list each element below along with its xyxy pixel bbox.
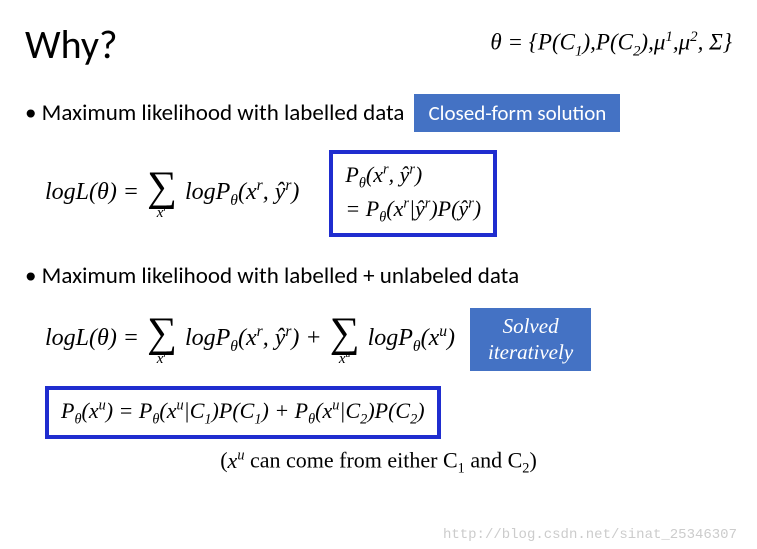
section2-loglikelihood: logL(θ) = ∑ xr logPθ(xr, ŷr) + ∑ xu logP… [45, 312, 455, 367]
section1-expansion-box: Pθ(xr, ŷr) = Pθ(xr|ŷr)P(ŷr) [329, 150, 497, 237]
footnote: (xu can come from either C1 and C2) [25, 447, 732, 478]
watermark: http://blog.csdn.net/sinat_25346307 [443, 527, 737, 543]
closed-form-badge: Closed-form solution [414, 94, 620, 132]
section1-heading-row: Maximum likelihood with labelled data Cl… [25, 94, 732, 132]
section1-bullet: Maximum likelihood with labelled data [25, 99, 404, 127]
header-row: Why? θ = {P(C1),P(C2),μ1,μ2, Σ} [25, 20, 732, 69]
section2-formula-row: logL(θ) = ∑ xr logPθ(xr, ŷr) + ∑ xu logP… [45, 308, 732, 370]
section2-bullet: Maximum likelihood with labelled + unlab… [25, 262, 519, 290]
section2-box-row: Pθ(xu) = Pθ(xu|C1)P(C1) + Pθ(xu|C2)P(C2) [45, 386, 732, 440]
section2-marginal-box: Pθ(xu) = Pθ(xu|C1)P(C1) + Pθ(xu|C2)P(C2) [45, 386, 441, 440]
page-title: Why? [25, 20, 118, 69]
section1-loglikelihood: logL(θ) = ∑ xr logPθ(xr, ŷr) [45, 166, 299, 221]
solved-iteratively-badge: Solvediteratively [470, 308, 591, 370]
theta-definition: θ = {P(C1),P(C2),μ1,μ2, Σ} [490, 29, 732, 60]
section1-formula-row: logL(θ) = ∑ xr logPθ(xr, ŷr) Pθ(xr, ŷr) … [45, 150, 732, 237]
section2-heading-row: Maximum likelihood with labelled + unlab… [25, 262, 732, 290]
